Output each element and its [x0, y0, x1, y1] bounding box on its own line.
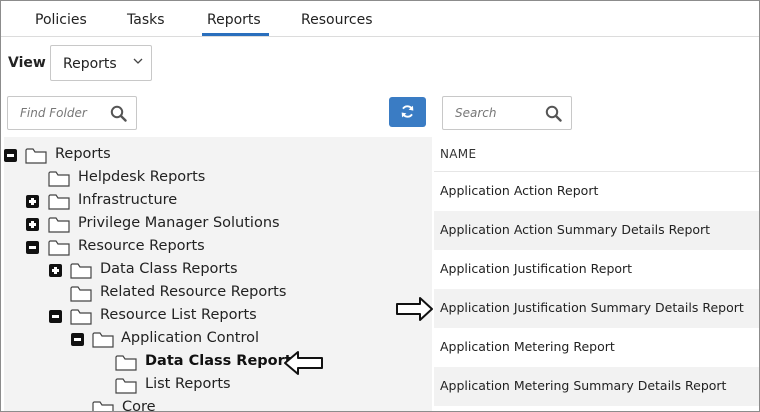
list-item[interactable]: Application Metering Report: [434, 328, 759, 367]
report-name: Application Metering Report: [440, 339, 615, 354]
view-dropdown[interactable]: Reports: [50, 45, 152, 81]
collapse-toggle[interactable]: [4, 149, 17, 162]
folder-icon: [25, 148, 47, 164]
expand-toggle[interactable]: [26, 195, 39, 208]
collapse-toggle[interactable]: [26, 241, 39, 254]
list-item[interactable]: Application Justification Report: [434, 250, 759, 289]
tree-node-label: Data Class Reports: [145, 353, 301, 369]
report-name: Application Action Report: [440, 183, 599, 198]
chevron-down-icon: [133, 54, 143, 71]
folder-icon: [70, 309, 92, 325]
view-dropdown-value: Reports: [63, 56, 117, 72]
report-name: Application Action Summary Details Repor…: [440, 222, 711, 237]
tree-node-label: Privilege Manager Solutions: [78, 215, 280, 231]
tree-node-label: Related Resource Reports: [100, 284, 287, 300]
folder-icon: [48, 217, 70, 233]
search-input[interactable]: [444, 98, 539, 128]
list-item[interactable]: Application Action Summary Details Repor…: [434, 211, 759, 250]
tree-node-label: Reports: [55, 146, 111, 162]
folder-icon: [48, 171, 70, 187]
list-item[interactable]: Application Action Report: [434, 172, 759, 211]
folder-icon: [70, 263, 92, 279]
expand-toggle[interactable]: [49, 264, 62, 277]
outline-arrow-icon: [284, 351, 323, 375]
find-folder-input[interactable]: [9, 98, 104, 128]
search-box: [442, 96, 572, 130]
list-item[interactable]: Application Justification Summary Detail…: [434, 289, 759, 328]
folder-tree: Reports Helpdesk Reports Infrastructure …: [4, 137, 432, 412]
report-name: Application Justification Report: [440, 261, 633, 276]
tree-node-label: Application Control: [121, 330, 260, 346]
tree-node-label: Resource Reports: [78, 238, 205, 254]
reports-window: Policies Tasks Reports Resources View Re…: [0, 0, 760, 412]
tree-node-label: Helpdesk Reports: [78, 169, 206, 185]
tree-node-label: Core: [122, 399, 156, 412]
tree-node-label: List Reports: [145, 376, 231, 392]
column-header-label: NAME: [440, 147, 477, 161]
tree-node-label: Resource List Reports: [100, 307, 257, 323]
tab-resources[interactable]: Resources: [301, 12, 373, 28]
folder-icon: [70, 286, 92, 302]
refresh-icon: [401, 105, 414, 118]
tab-policies[interactable]: Policies: [35, 12, 87, 28]
folder-icon: [115, 355, 137, 371]
tab-reports[interactable]: Reports: [202, 12, 269, 36]
folder-icon: [48, 194, 70, 210]
folder-icon: [92, 401, 114, 411]
collapse-toggle[interactable]: [71, 333, 84, 346]
report-name: Application Metering Summary Details Rep…: [440, 378, 727, 393]
name-column-header[interactable]: NAME: [434, 137, 759, 172]
view-label: View: [8, 55, 46, 71]
folder-icon: [115, 378, 137, 394]
collapse-toggle[interactable]: [49, 310, 62, 323]
refresh-button[interactable]: [389, 97, 426, 127]
report-name: Application Justification Summary Detail…: [440, 300, 744, 315]
folder-icon: [92, 332, 114, 348]
list-item[interactable]: Application Metering Summary Details Rep…: [434, 367, 759, 406]
tree-node-label: Infrastructure: [78, 192, 178, 208]
outline-arrow-icon: [396, 297, 433, 321]
search-icon[interactable]: [110, 105, 127, 122]
search-icon[interactable]: [545, 105, 562, 122]
expand-toggle[interactable]: [26, 218, 39, 231]
tree-node-label: Data Class Reports: [100, 261, 238, 277]
folder-icon: [48, 240, 70, 256]
tab-tasks[interactable]: Tasks: [127, 12, 165, 28]
tab-bar: Policies Tasks Reports Resources: [1, 1, 759, 37]
find-folder-box: [7, 96, 137, 130]
